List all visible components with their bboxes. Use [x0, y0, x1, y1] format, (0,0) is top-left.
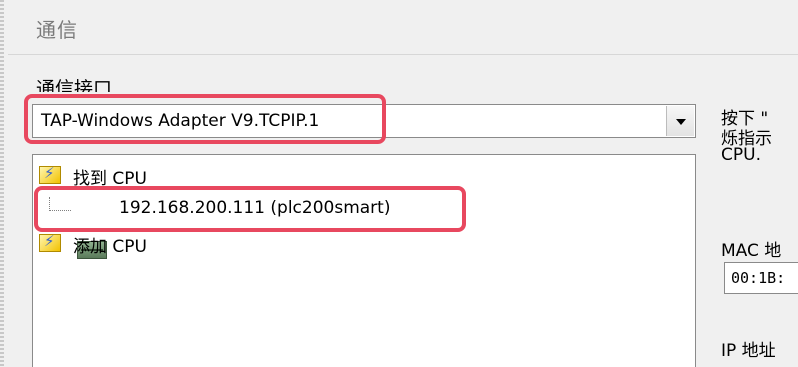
- mac-address-value: 00:1B:: [731, 269, 786, 287]
- tree-item-add-cpu[interactable]: ⚡ 添加 CPU: [33, 229, 333, 257]
- cpu-folder-icon: ⚡: [39, 164, 61, 184]
- window-left-edge: [0, 0, 4, 367]
- cpu-folder-icon: ⚡: [39, 232, 61, 252]
- mac-address-field[interactable]: 00:1B:: [724, 262, 798, 294]
- tree-item-found-cpu-label: 找到 CPU: [73, 169, 147, 189]
- section-divider: [8, 54, 798, 55]
- interface-dropdown-value: TAP-Windows Adapter V9.TCPIP.1: [41, 111, 320, 131]
- tree-item-found-cpu[interactable]: ⚡ 找到 CPU: [33, 161, 333, 189]
- mac-label: MAC 地: [721, 241, 782, 261]
- tree-item-add-cpu-label: 添加 CPU: [73, 237, 147, 257]
- tree-item-device[interactable]: 192.168.200.111 (plc200smart): [33, 195, 453, 259]
- ip-label: IP 地址: [721, 341, 776, 361]
- interface-dropdown[interactable]: TAP-Windows Adapter V9.TCPIP.1: [32, 104, 696, 138]
- section-title: 通信: [36, 18, 78, 42]
- interface-label: 通信接口: [36, 78, 113, 92]
- chevron-down-icon[interactable]: [666, 106, 694, 136]
- instruction-text-line3: CPU.: [721, 145, 761, 165]
- tree-item-device-label: 192.168.200.111 (plc200smart): [119, 198, 391, 218]
- cpu-tree[interactable]: ⚡ 找到 CPU 192.168.200.111 (plc200smart) ⚡…: [32, 154, 696, 367]
